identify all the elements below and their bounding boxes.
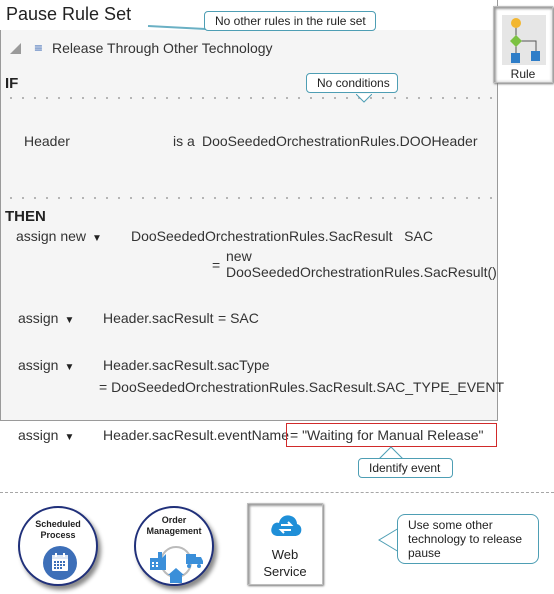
rule-button-label: Rule xyxy=(510,67,536,81)
action-verb: assign xyxy=(18,310,59,326)
callout-pointer-icon xyxy=(356,94,372,103)
action-target[interactable]: Header.sacResult xyxy=(103,310,214,326)
action-value[interactable]: = DooSeededOrchestrationRules.SacResult.… xyxy=(99,379,504,395)
condition-operator[interactable]: is a xyxy=(173,133,195,149)
then-label: THEN xyxy=(5,208,46,225)
label-line-2: Management xyxy=(146,526,202,536)
action-verb: assign xyxy=(18,427,59,443)
expand-triangle-icon[interactable] xyxy=(10,42,21,54)
rule-flow-icon xyxy=(502,15,546,65)
action-target[interactable]: Header.sacResult.sacType xyxy=(103,357,270,373)
label-line-1: Scheduled xyxy=(35,519,81,529)
factory-truck-home-icon xyxy=(150,546,203,583)
callout-text: No conditions xyxy=(317,76,390,90)
cloud-sync-icon xyxy=(271,515,302,536)
callout-other-technology: Use some other technology to release pau… xyxy=(397,514,539,564)
action-target[interactable]: Header.sacResult.eventName xyxy=(103,427,289,443)
action-verb: assign new xyxy=(16,228,87,244)
callout-text: technology to release xyxy=(408,532,523,546)
callout-no-conditions: No conditions xyxy=(306,73,398,93)
if-label: IF xyxy=(5,75,19,92)
divider-dotted xyxy=(5,97,495,99)
callout-no-other-rules: No other rules in the rule set xyxy=(204,11,376,31)
action-verb-dropdown[interactable]: assign ▼ xyxy=(18,310,74,326)
rule-header-row[interactable]: ≡ Release Through Other Technology xyxy=(10,40,273,56)
action-verb-dropdown[interactable]: assign ▼ xyxy=(18,357,74,373)
caret-down-icon: ▼ xyxy=(92,233,102,244)
caret-down-icon: ▼ xyxy=(64,432,75,443)
action-verb-dropdown[interactable]: assign new ▼ xyxy=(16,228,102,244)
callout-text: Identify event xyxy=(369,461,441,475)
highlight-box xyxy=(286,423,497,447)
rule-name[interactable]: Release Through Other Technology xyxy=(52,40,273,56)
callout-text: pause xyxy=(408,546,441,560)
callout-identify-event: Identify event xyxy=(358,458,453,478)
rule-set-title: Pause Rule Set xyxy=(6,4,132,24)
label-line-2: Service xyxy=(263,564,307,579)
label-line-1: Web xyxy=(271,547,299,562)
condition-type[interactable]: DooSeededOrchestrationRules.DOOHeader xyxy=(202,133,477,149)
label-line-1: Order xyxy=(161,515,187,525)
caret-down-icon: ▼ xyxy=(64,362,75,373)
callout-text: Use some other xyxy=(408,518,493,532)
callout-text: No other rules in the rule set xyxy=(215,14,366,28)
action-target[interactable]: DooSeededOrchestrationRules.SacResult SA… xyxy=(131,228,433,244)
action-value[interactable]: = SAC xyxy=(218,310,259,326)
rule-button[interactable]: Rule xyxy=(493,6,553,83)
calendar-icon xyxy=(43,546,77,580)
action-value-new-line[interactable]: new xyxy=(226,249,252,264)
action-verb-dropdown[interactable]: assign ▼ xyxy=(18,427,74,443)
web-service-label: Web Service xyxy=(248,546,322,580)
condition-variable[interactable]: Header xyxy=(24,133,70,149)
caret-down-icon: ▼ xyxy=(64,315,75,326)
action-value[interactable]: DooSeededOrchestrationRules.SacResult() xyxy=(226,264,497,280)
web-service-button[interactable]: Web Service xyxy=(247,503,323,585)
chevron-double-down-icon[interactable]: ≡ xyxy=(34,42,42,54)
dashed-divider xyxy=(0,492,554,493)
scheduled-process-button[interactable]: Scheduled Process xyxy=(18,506,98,586)
divider-dotted xyxy=(5,197,495,199)
order-management-button[interactable]: Order Management xyxy=(134,506,214,586)
equals-sign: = xyxy=(212,257,221,273)
label-line-2: Process xyxy=(40,530,76,540)
action-verb: assign xyxy=(18,357,59,373)
